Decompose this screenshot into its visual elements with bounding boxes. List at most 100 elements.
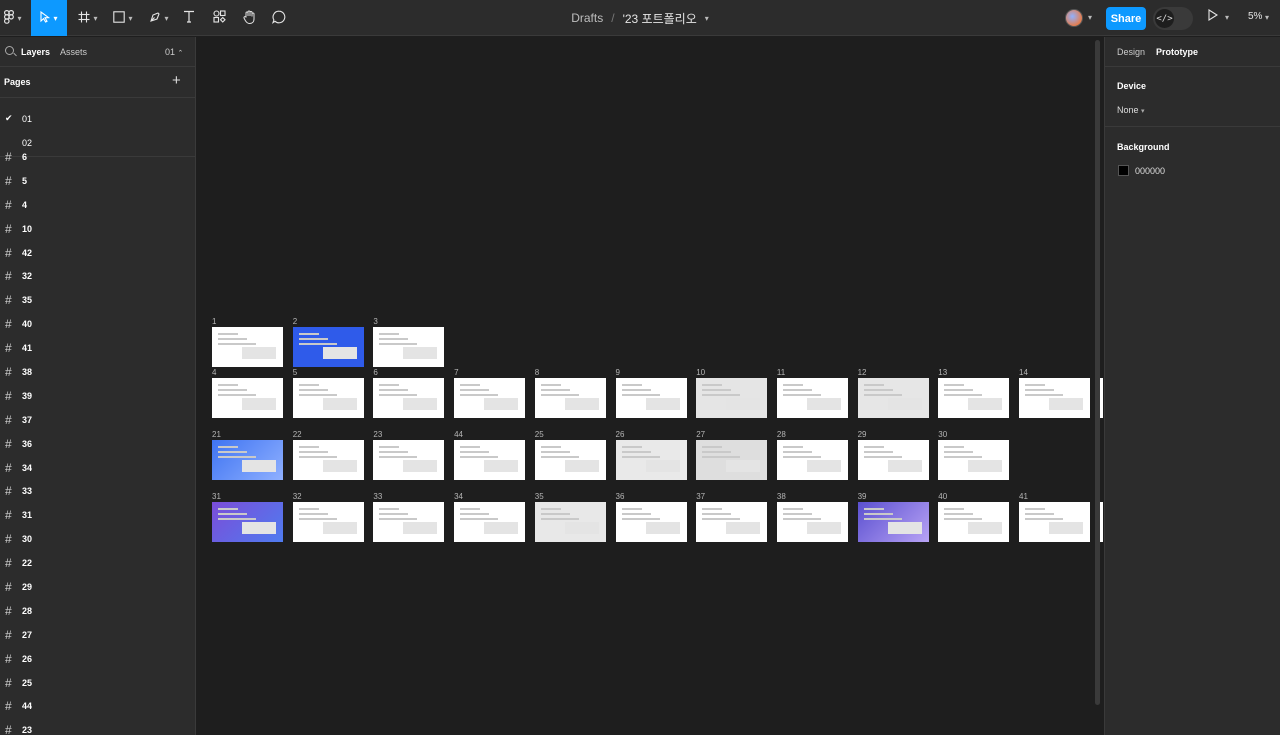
- layer-item[interactable]: #32: [0, 269, 195, 293]
- current-page-selector[interactable]: 01 ⌃: [165, 47, 183, 57]
- frame-thumbnail[interactable]: [696, 502, 768, 542]
- breadcrumb-drafts[interactable]: Drafts: [571, 11, 603, 25]
- chevron-down-icon[interactable]: ▾: [1225, 13, 1229, 22]
- pages-header: Pages +: [0, 67, 195, 98]
- background-color-swatch[interactable]: [1118, 165, 1129, 176]
- chevron-down-icon[interactable]: ▾: [705, 14, 709, 23]
- present-play-icon[interactable]: [1208, 9, 1219, 24]
- frame-thumbnail[interactable]: [454, 378, 526, 418]
- thumbnail-line: [298, 451, 328, 453]
- frame-thumbnail[interactable]: [212, 502, 283, 542]
- frame-thumbnail[interactable]: [534, 378, 606, 418]
- layer-item[interactable]: #5: [0, 174, 195, 198]
- frame-thumbnail[interactable]: [776, 440, 848, 480]
- frame-thumbnail[interactable]: [292, 327, 364, 367]
- frame-thumbnail[interactable]: [373, 378, 445, 418]
- layer-item[interactable]: #41: [0, 341, 195, 365]
- frame-thumbnail[interactable]: [857, 378, 929, 418]
- layer-item[interactable]: #34: [0, 461, 195, 485]
- layer-item[interactable]: #42: [0, 246, 195, 270]
- frame-thumbnail[interactable]: [857, 440, 929, 480]
- chevron-down-icon[interactable]: ▾: [1088, 13, 1092, 22]
- layer-item[interactable]: #6: [0, 150, 195, 174]
- left-panel-tabs: Layers Assets 01 ⌃: [0, 37, 195, 67]
- frame-thumbnail[interactable]: [292, 440, 364, 480]
- layer-item[interactable]: #27: [0, 628, 195, 652]
- zoom-level[interactable]: 5%: [1248, 11, 1262, 22]
- thumbnail-line: [379, 508, 400, 510]
- frame-thumbnail[interactable]: [615, 378, 687, 418]
- layer-item[interactable]: #40: [0, 317, 195, 341]
- canvas[interactable]: 1 2 3 4 5 6 7 8 9 10 11 12 13 14 21 22 23 44 25 26 27 28 29 30 3…: [197, 37, 1103, 735]
- share-button[interactable]: Share: [1106, 7, 1146, 30]
- layer-item[interactable]: #4: [0, 198, 195, 222]
- frame-thumbnail[interactable]: [454, 440, 526, 480]
- device-select[interactable]: None ▾: [1117, 105, 1145, 115]
- layer-item[interactable]: #23: [0, 723, 195, 735]
- avatar[interactable]: [1065, 9, 1083, 27]
- tab-prototype[interactable]: Prototype: [1156, 47, 1198, 57]
- search-icon[interactable]: [5, 46, 14, 55]
- frame-thumbnail[interactable]: [454, 502, 526, 542]
- tab-design[interactable]: Design: [1117, 47, 1145, 57]
- layer-item[interactable]: #30: [0, 532, 195, 556]
- file-name[interactable]: '23 포트폴리오: [623, 10, 697, 27]
- frame-label: 21: [212, 430, 221, 439]
- frame-label: 44: [454, 430, 463, 439]
- layer-item[interactable]: #25: [0, 676, 195, 700]
- frame-thumbnail[interactable]: [615, 440, 687, 480]
- thumbnail-line: [944, 394, 983, 396]
- frame-thumbnail[interactable]: [776, 502, 848, 542]
- background-color-value[interactable]: 000000: [1135, 166, 1165, 176]
- layer-item[interactable]: #35: [0, 293, 195, 317]
- frame-label: 26: [615, 430, 625, 439]
- frame-thumbnail[interactable]: [1019, 378, 1090, 418]
- frame-thumbnail[interactable]: [938, 378, 1010, 418]
- layer-item[interactable]: #22: [0, 556, 195, 580]
- layer-item[interactable]: #36: [0, 437, 195, 461]
- page-item-01[interactable]: ✔ 01: [0, 106, 195, 130]
- chevron-down-icon[interactable]: ▾: [1265, 13, 1269, 22]
- frame-icon: #: [5, 699, 12, 714]
- thumbnail-block: [968, 522, 1003, 534]
- layer-item[interactable]: #37: [0, 413, 195, 437]
- frame-thumbnail[interactable]: [615, 502, 687, 542]
- tab-layers[interactable]: Layers: [21, 47, 50, 57]
- frame-thumbnail[interactable]: [212, 440, 283, 480]
- frame-thumbnail[interactable]: [696, 378, 768, 418]
- dev-mode-toggle[interactable]: </>: [1153, 7, 1193, 30]
- frame-label: 30: [938, 430, 948, 439]
- frame-thumbnail[interactable]: [1019, 502, 1090, 542]
- layer-item[interactable]: #28: [0, 604, 195, 628]
- frame-thumbnail[interactable]: [938, 440, 1010, 480]
- frame-thumbnail[interactable]: [534, 440, 606, 480]
- layer-item[interactable]: #33: [0, 484, 195, 508]
- frame-thumbnail[interactable]: [534, 502, 606, 542]
- tab-assets[interactable]: Assets: [60, 47, 87, 57]
- frame-thumbnail[interactable]: [696, 440, 768, 480]
- frame-thumbnail[interactable]: [373, 502, 445, 542]
- layer-item[interactable]: #44: [0, 699, 195, 723]
- frame-thumbnail[interactable]: [292, 378, 364, 418]
- frame-thumbnail[interactable]: [857, 502, 929, 542]
- layer-item[interactable]: #26: [0, 652, 195, 676]
- layer-item[interactable]: #31: [0, 508, 195, 532]
- frame-icon: #: [5, 651, 12, 666]
- layer-item[interactable]: #10: [0, 222, 195, 246]
- frame-thumbnail[interactable]: [212, 327, 283, 367]
- canvas-scrollbar[interactable]: [1095, 40, 1100, 705]
- thumbnail-line: [863, 513, 893, 515]
- frame-thumbnail[interactable]: [938, 502, 1010, 542]
- frame-thumbnail[interactable]: [212, 378, 283, 418]
- layer-item[interactable]: #38: [0, 365, 195, 389]
- frame-label: 31: [212, 492, 221, 501]
- frame-thumbnail[interactable]: [776, 378, 848, 418]
- layer-label: 42: [22, 247, 33, 258]
- add-page-button[interactable]: +: [172, 72, 181, 89]
- frame-label: 1: [212, 317, 217, 326]
- frame-thumbnail[interactable]: [292, 502, 364, 542]
- frame-thumbnail[interactable]: [373, 327, 445, 367]
- layer-item[interactable]: #39: [0, 389, 195, 413]
- layer-item[interactable]: #29: [0, 580, 195, 604]
- frame-thumbnail[interactable]: [373, 440, 445, 480]
